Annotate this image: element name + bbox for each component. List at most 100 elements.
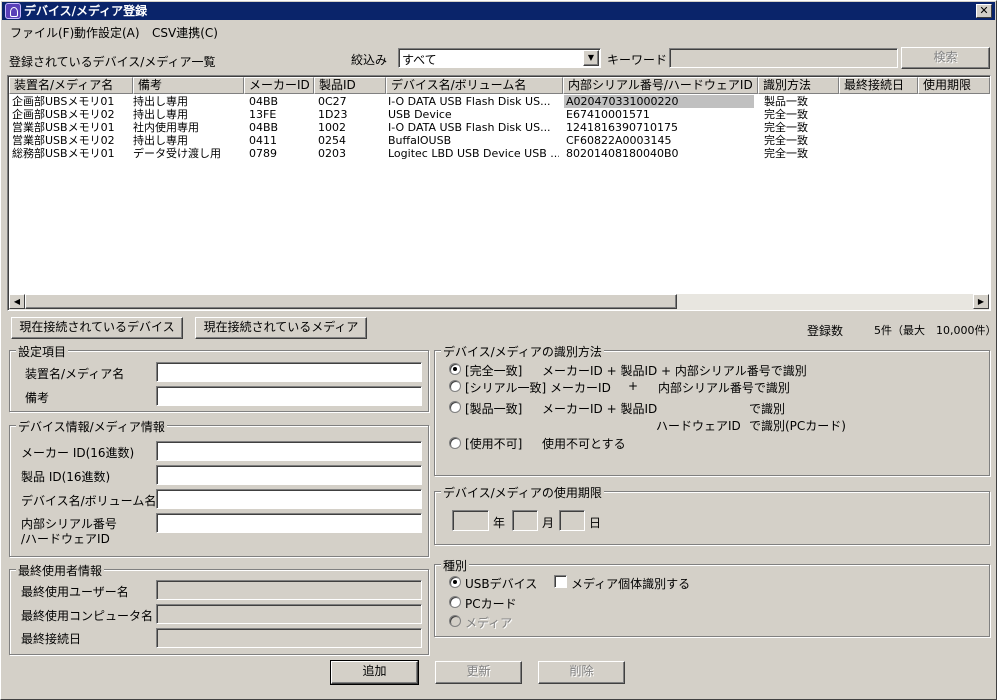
column-header[interactable]: デバイス名/ボリューム名	[386, 77, 563, 94]
table-cell: 80201408180040B0	[566, 147, 679, 160]
note-label: 備考	[25, 391, 50, 405]
radio-product-match[interactable]	[449, 401, 461, 413]
column-header[interactable]: 内部シリアル番号/ハードウェアID	[563, 77, 758, 94]
table-cell: I-O DATA USB Flash Disk US...	[388, 95, 551, 108]
radio-full-match[interactable]	[449, 363, 461, 375]
add-button[interactable]: 追加	[331, 661, 418, 684]
last-computer-field	[156, 604, 422, 624]
last-date-field	[156, 628, 422, 648]
product-id-label: 製品 ID(16進数)	[21, 470, 111, 484]
connected-devices-button[interactable]: 現在接続されているデバイス	[11, 317, 183, 339]
radio-serial-match[interactable]	[449, 380, 461, 392]
note-input[interactable]	[156, 386, 422, 406]
usb-label: USBデバイス	[465, 577, 538, 591]
month-label: 月	[542, 516, 555, 530]
column-header[interactable]: 製品ID	[314, 77, 386, 94]
app-icon	[5, 3, 21, 19]
product-match-label: [製品一致]	[465, 402, 523, 416]
product-id-input[interactable]	[156, 465, 422, 485]
filter-select[interactable]: すべて ▼	[398, 48, 601, 68]
table-cell: Logitec LBD USB Device USB ...	[388, 147, 559, 160]
keyword-input[interactable]	[669, 48, 898, 68]
scroll-right-icon[interactable]: ▶	[973, 294, 989, 309]
horizontal-scrollbar[interactable]: ◀ ▶	[9, 294, 989, 310]
serial-match-desc: 内部シリアル番号で識別	[658, 381, 790, 395]
column-header[interactable]: 装置名/メディア名	[9, 77, 133, 94]
last-date-label: 最終接続日	[21, 632, 82, 646]
table-cell: 13FE	[249, 108, 277, 121]
table-cell: 営業部USBメモリ01	[12, 121, 115, 134]
radio-pccard[interactable]	[449, 596, 461, 608]
search-button[interactable]: 検索	[901, 47, 990, 69]
media-label: メディア	[465, 616, 513, 630]
table-cell: 1241816390710175	[566, 121, 678, 134]
last-user-label: 最終使用ユーザー名	[21, 585, 129, 599]
expiry-title: デバイス/メディアの使用期限	[441, 484, 604, 501]
column-header[interactable]: 使用期限	[918, 77, 990, 94]
table-cell: 持出し専用	[133, 108, 188, 121]
table-row[interactable]: 営業部USBメモリ01 社内使用専用 04BB 1002 I-O DATA USB Fl…	[8, 121, 986, 134]
expiry-month-input[interactable]	[512, 510, 538, 531]
table-cell: E67410001571	[566, 108, 650, 121]
device-name-input[interactable]	[156, 489, 422, 509]
column-header[interactable]: 備考	[133, 77, 244, 94]
radio-media[interactable]	[449, 615, 461, 627]
menu-file[interactable]: ファイル(F)	[10, 24, 74, 41]
count-value: 5件（最大 10,000件）	[874, 324, 997, 337]
table-cell: データ受け渡し用	[133, 147, 221, 160]
column-header[interactable]: メーカーID	[244, 77, 314, 94]
table-row[interactable]: 総務部USBメモリ01 データ受け渡し用 0789 0203 Logitec LBD U…	[8, 147, 986, 160]
table-cell: 完全一致	[764, 147, 808, 160]
table-cell: 持出し専用	[133, 134, 188, 147]
table-row[interactable]: 企画部USBメモリ02 持出し専用 13FE 1D23 USB Device E67410…	[8, 108, 986, 121]
table-cell: 総務部USBメモリ01	[12, 147, 115, 160]
table-cell: USB Device	[388, 108, 452, 121]
table-cell: 企画部USBメモリ02	[12, 108, 115, 121]
maker-id-label: メーカー ID(16進数)	[21, 446, 135, 460]
table-cell: I-O DATA USB Flash Disk US...	[388, 121, 551, 134]
column-header[interactable]: 識別方法	[758, 77, 839, 94]
maker-id-input[interactable]	[156, 441, 422, 461]
settings-title: 設定項目	[16, 343, 69, 360]
hardware-id-label: /ハードウェアID	[21, 532, 110, 546]
menu-csv[interactable]: CSV連携(C)	[152, 24, 218, 41]
table-row[interactable]: 営業部USBメモリ02 持出し専用 0411 0254 BuffalOUSB CF6082…	[8, 134, 986, 147]
pccard-identify-text: で識別(PCカード)	[749, 419, 846, 433]
title-bar[interactable]: デバイス/メディア登録 ✕	[2, 2, 995, 20]
device-list[interactable]: 装置名/メディア名 備考 メーカーID 製品ID デバイス名/ボリューム名 内部シリアル番…	[7, 75, 991, 311]
chevron-down-icon[interactable]: ▼	[583, 50, 599, 66]
radio-disabled[interactable]	[449, 437, 461, 449]
name-input[interactable]	[156, 362, 422, 382]
table-cell: 0789	[249, 147, 277, 160]
table-cell: 製品一致	[764, 95, 808, 108]
table-cell: 社内使用専用	[133, 121, 199, 134]
delete-button[interactable]: 削除	[538, 661, 625, 684]
serial-match-label: [シリアル一致] メーカーID	[465, 381, 611, 395]
identify-title: デバイス/メディアの識別方法	[441, 343, 604, 360]
expiry-day-input[interactable]	[559, 510, 585, 531]
scroll-thumb[interactable]	[25, 294, 677, 309]
device-info-title: デバイス情報/メディア情報	[16, 418, 167, 435]
last-computer-label: 最終使用コンピュータ名	[21, 609, 154, 623]
filter-label: 絞込み	[351, 53, 388, 67]
close-button[interactable]: ✕	[976, 4, 992, 18]
year-label: 年	[493, 516, 506, 530]
connected-media-button[interactable]: 現在接続されているメディア	[195, 317, 367, 339]
disabled-desc: 使用不可とする	[542, 437, 626, 451]
menu-settings[interactable]: 動作設定(A)	[74, 24, 140, 41]
main-window: デバイス/メディア登録 ✕ ファイル(F) 動作設定(A) CSV連携(C) 登…	[0, 0, 997, 700]
filter-value: すべて	[402, 53, 437, 67]
serial-input[interactable]	[156, 513, 422, 533]
scroll-left-icon[interactable]: ◀	[9, 294, 25, 309]
expiry-year-input[interactable]	[452, 510, 489, 531]
update-button[interactable]: 更新	[435, 661, 522, 684]
table-cell: 企画部UBSメモリ01	[12, 95, 115, 108]
pccard-label: PCカード	[465, 597, 517, 611]
radio-usb[interactable]	[449, 576, 461, 588]
media-individual-checkbox[interactable]	[554, 575, 567, 588]
table-cell: 1002	[318, 121, 346, 134]
column-header[interactable]: 最終接続日	[839, 77, 918, 94]
table-cell: 営業部USBメモリ02	[12, 134, 115, 147]
table-cell: BuffalOUSB	[388, 134, 452, 147]
table-row[interactable]: 企画部UBSメモリ01 持出し専用 04BB 0C27 I-O DATA USB Fla…	[8, 95, 986, 108]
